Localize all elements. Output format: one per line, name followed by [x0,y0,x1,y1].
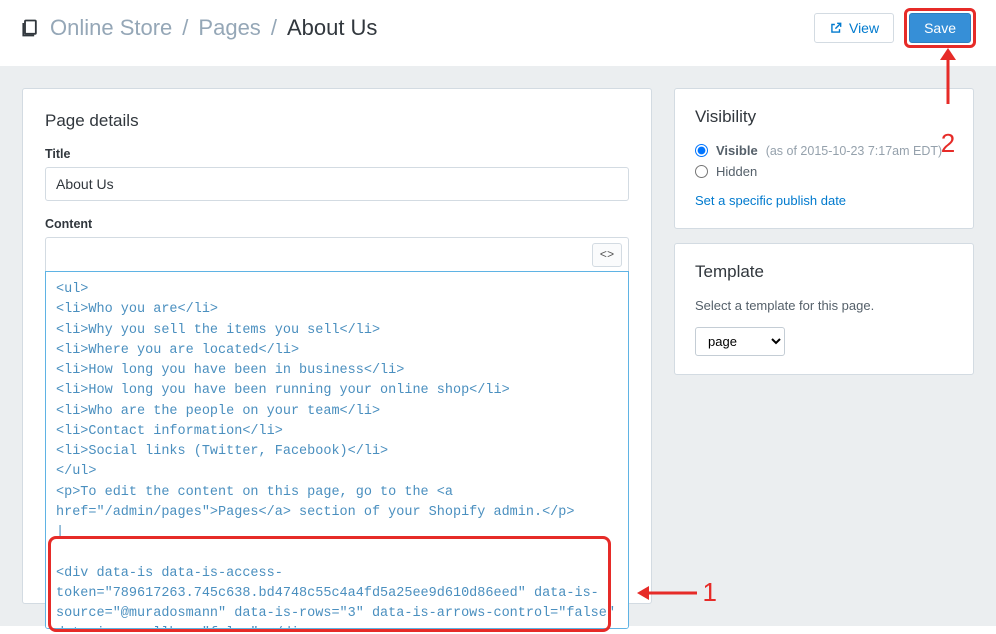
visibility-hidden-label: Hidden [716,164,757,179]
visibility-heading: Visibility [695,107,953,127]
set-publish-date-link[interactable]: Set a specific publish date [695,193,846,208]
template-description: Select a template for this page. [695,298,953,313]
visibility-radio-hidden[interactable] [695,165,708,178]
breadcrumb-subsection[interactable]: Pages [198,15,260,41]
html-toggle-button[interactable]: <> [592,243,622,267]
template-select[interactable]: page [695,327,785,356]
visibility-radio-visible[interactable] [695,144,708,157]
breadcrumb-separator: / [271,15,277,41]
visibility-visible-label: Visible [716,143,758,158]
save-button[interactable]: Save [909,13,971,43]
page-details-card: Page details Title Content <> 1 [22,88,652,604]
visibility-visible-meta: (as of 2015-10-23 7:17am EDT) [766,144,942,158]
workspace: Page details Title Content <> 1 Visibili… [0,66,996,626]
page-details-heading: Page details [45,111,629,131]
template-heading: Template [695,262,953,282]
visibility-option-visible[interactable]: Visible (as of 2015-10-23 7:17am EDT) [695,143,953,158]
view-button-label: View [849,20,879,36]
content-label: Content [45,217,629,231]
breadcrumb: Online Store / Pages / About Us [20,15,377,41]
pages-icon [20,18,40,38]
editor-toolbar: <> [45,237,629,271]
content-editor: <> 1 [45,237,629,634]
breadcrumb-section[interactable]: Online Store [50,15,172,41]
title-input[interactable] [45,167,629,201]
header-actions: View Save 2 [814,8,976,48]
title-label: Title [45,147,629,161]
external-link-icon [829,21,843,35]
visibility-option-hidden[interactable]: Hidden [695,164,953,179]
view-button[interactable]: View [814,13,894,43]
template-card: Template Select a template for this page… [674,243,974,375]
visibility-card: Visibility Visible (as of 2015-10-23 7:1… [674,88,974,229]
annotation-highlight-save: Save [904,8,976,48]
breadcrumb-separator: / [182,15,188,41]
content-textarea[interactable] [45,271,629,629]
breadcrumb-current: About Us [287,15,378,41]
sidebar: Visibility Visible (as of 2015-10-23 7:1… [674,88,974,604]
save-button-label: Save [924,20,956,36]
top-bar: Online Store / Pages / About Us View Sav… [0,0,996,66]
